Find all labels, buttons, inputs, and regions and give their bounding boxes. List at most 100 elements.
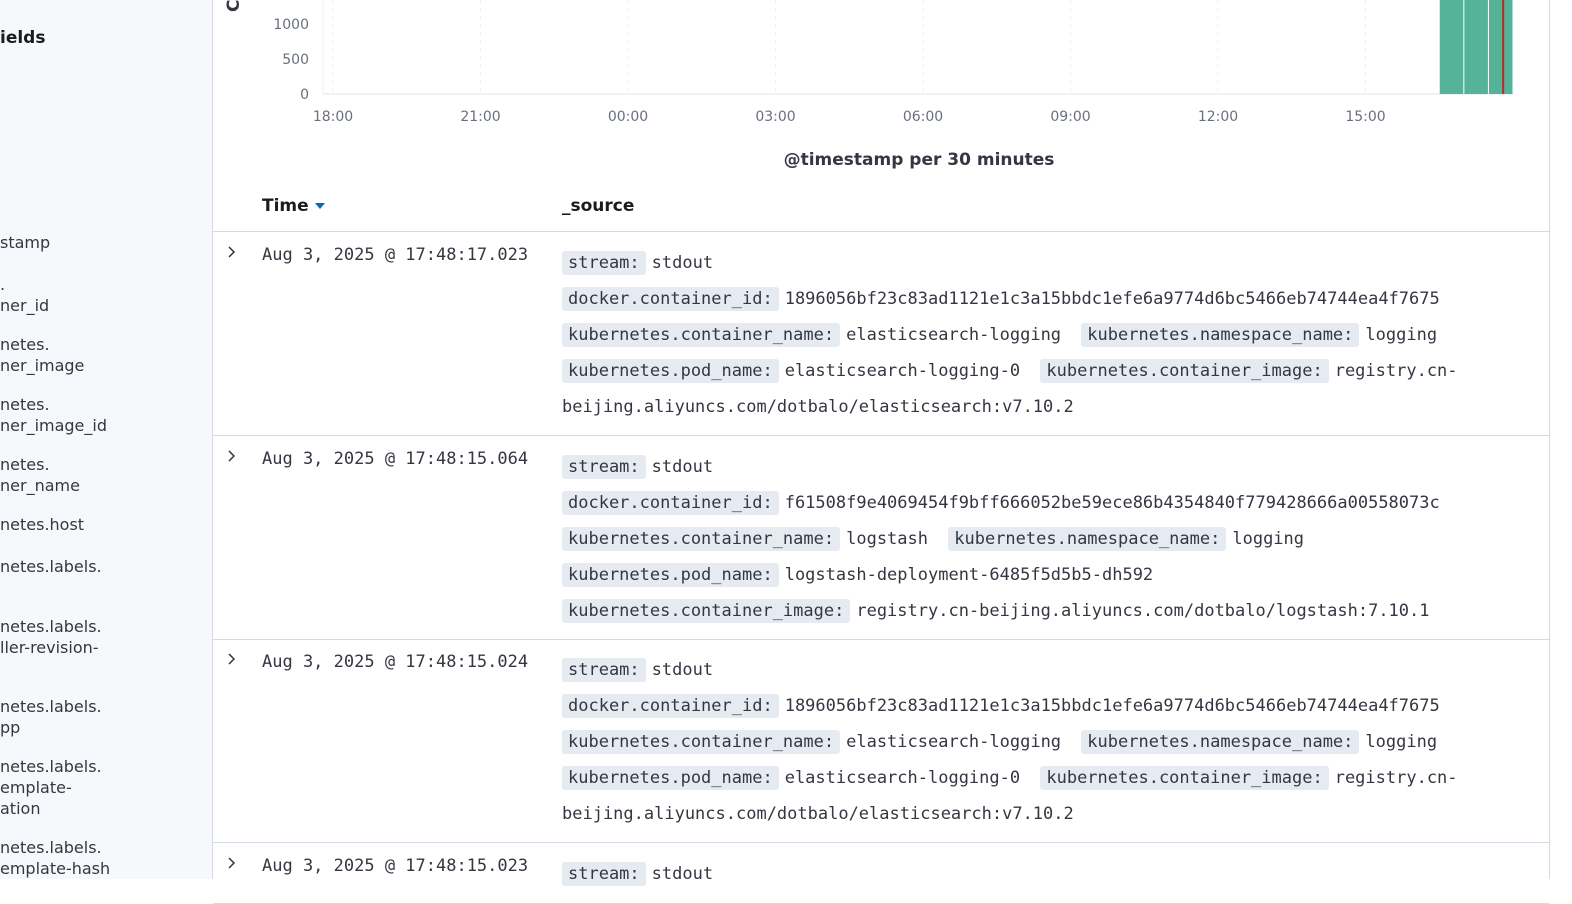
field-value: elasticsearch-logging: [846, 325, 1062, 345]
field-value: 1896056bf23c83ad1121e1c3a15bbdc1efe6a977…: [784, 696, 1440, 716]
field-value: stdout: [651, 864, 714, 884]
field-key[interactable]: kubernetes.container_image:: [1040, 766, 1329, 790]
field-item[interactable]: netes.labels. emplate-hash: [0, 837, 212, 879]
source-field: docker.container_id: f61508f9e4069454f9bf…: [562, 491, 1450, 515]
histogram-bar: [1464, 0, 1488, 94]
x-tick-label: 09:00: [1050, 109, 1090, 125]
source-field: stream: stdout: [562, 862, 723, 886]
field-value: elasticsearch-logging: [846, 732, 1062, 752]
sort-down-icon[interactable]: [314, 203, 325, 209]
discover-main: 0 500 1000 18:00 21:00 00:00 03:00 06:00 09:00 12…: [213, 0, 1550, 904]
chevron-right-icon[interactable]: [225, 450, 237, 462]
field-key[interactable]: kubernetes.container_name:: [562, 730, 841, 754]
source-field: kubernetes.namespace_name: logging: [1081, 730, 1447, 754]
histogram-bar: [1439, 0, 1464, 94]
source-field: kubernetes.pod_name: logstash-deployment-…: [562, 563, 1163, 587]
sidebar-top-fragment: -: [0, 0, 6, 7]
x-tick-label: 15:00: [1345, 109, 1385, 125]
row-source: stream: stdout docker.container_id: f61508f…: [562, 449, 1492, 629]
field-item[interactable]: netes.labels. emplate- ation: [0, 756, 212, 819]
table-row: Aug 3, 2025 @ 17:48:17.023 stream: stdout d…: [213, 232, 1549, 436]
field-value: registry.cn-beijing.aliyuncs.com/dotbalo…: [856, 601, 1430, 621]
field-key[interactable]: stream:: [562, 455, 646, 479]
field-key[interactable]: kubernetes.container_image:: [1040, 359, 1329, 383]
field-value: f61508f9e4069454f9bff666052be59ece86b435…: [784, 493, 1440, 513]
chevron-right-icon[interactable]: [225, 653, 237, 665]
x-tick-label: 21:00: [460, 109, 500, 125]
y-axis-label: Co: [224, 0, 244, 12]
field-item[interactable]: netes.labels. pp: [0, 696, 212, 738]
y-tick-label: 500: [282, 52, 309, 68]
time-header-label: Time: [262, 196, 309, 216]
row-source: stream: stdout: [562, 856, 1492, 892]
y-tick-label: 1000: [273, 17, 309, 33]
field-value: logging: [1365, 732, 1438, 752]
source-field: kubernetes.container_name: elasticsearch-…: [562, 323, 1071, 347]
field-key[interactable]: kubernetes.pod_name:: [562, 766, 779, 790]
field-key[interactable]: kubernetes.pod_name:: [562, 563, 779, 587]
doc-table-header: Time _source: [213, 188, 1549, 232]
x-tick-label: 00:00: [608, 109, 648, 125]
field-item[interactable]: netes. ner_image_id: [0, 394, 212, 436]
source-field: kubernetes.namespace_name: logging: [1081, 323, 1447, 347]
source-field: kubernetes.container_image: registry.cn-b…: [562, 599, 1440, 623]
x-tick-label: 18:00: [313, 109, 353, 125]
field-key[interactable]: kubernetes.pod_name:: [562, 359, 779, 383]
chevron-right-icon[interactable]: [225, 246, 237, 258]
y-tick-label: 0: [300, 87, 309, 103]
x-tick-label: 03:00: [755, 109, 795, 125]
field-value: stdout: [651, 660, 714, 680]
field-item[interactable]: netes.host: [0, 514, 212, 535]
table-row: Aug 3, 2025 @ 17:48:15.023 stream: stdout: [213, 843, 1549, 904]
x-tick-label: 12:00: [1198, 109, 1238, 125]
field-key[interactable]: kubernetes.container_name:: [562, 323, 841, 347]
source-field: kubernetes.container_name: elasticsearch-…: [562, 730, 1071, 754]
source-field: kubernetes.pod_name: elasticsearch-loggin…: [562, 766, 1030, 790]
field-key[interactable]: stream:: [562, 862, 646, 886]
field-item[interactable]: netes.labels.: [0, 556, 212, 577]
field-key[interactable]: docker.container_id:: [562, 287, 779, 311]
x-axis-label: @timestamp per 30 minutes: [784, 150, 1055, 170]
table-row: Aug 3, 2025 @ 17:48:15.064 stream: stdout d…: [213, 436, 1549, 640]
field-key[interactable]: kubernetes.namespace_name:: [1081, 323, 1360, 347]
field-value: 1896056bf23c83ad1121e1c3a15bbdc1efe6a977…: [784, 289, 1440, 309]
field-value: logstash: [846, 529, 928, 549]
source-field: kubernetes.namespace_name: logging: [948, 527, 1314, 551]
field-value: logging: [1365, 325, 1438, 345]
x-tick-label: 06:00: [903, 109, 943, 125]
row-timestamp: Aug 3, 2025 @ 17:48:15.023: [262, 856, 529, 876]
row-source: stream: stdout docker.container_id: 1896056…: [562, 245, 1492, 425]
field-item[interactable]: . ner_id: [0, 274, 212, 316]
field-value: stdout: [651, 457, 714, 477]
field-key[interactable]: docker.container_id:: [562, 491, 779, 515]
chevron-right-icon[interactable]: [225, 857, 237, 869]
source-field: docker.container_id: 1896056bf23c83ad1121…: [562, 287, 1450, 311]
field-value: stdout: [651, 253, 714, 273]
field-value: elasticsearch-logging-0: [784, 768, 1021, 788]
field-item[interactable]: netes. ner_image: [0, 334, 212, 376]
field-value: elasticsearch-logging-0: [784, 361, 1021, 381]
source-field: stream: stdout: [562, 251, 723, 275]
field-key[interactable]: stream:: [562, 658, 646, 682]
available-fields-title: ields: [0, 28, 46, 48]
time-column-header[interactable]: Time: [262, 196, 325, 216]
field-value: logstash-deployment-6485f5d5b5-dh592: [784, 565, 1154, 585]
source-field: docker.container_id: 1896056bf23c83ad1121…: [562, 694, 1450, 718]
field-key[interactable]: kubernetes.container_name:: [562, 527, 841, 551]
table-row: Aug 3, 2025 @ 17:48:15.024 stream: stdout d…: [213, 639, 1549, 843]
field-item[interactable]: stamp: [0, 232, 212, 253]
source-field: stream: stdout: [562, 658, 723, 682]
row-timestamp: Aug 3, 2025 @ 17:48:17.023: [262, 245, 529, 265]
field-key[interactable]: docker.container_id:: [562, 694, 779, 718]
field-key[interactable]: kubernetes.container_image:: [562, 599, 851, 623]
field-key[interactable]: stream:: [562, 251, 646, 275]
field-item[interactable]: netes.labels. ller-revision-: [0, 616, 212, 658]
field-item[interactable]: netes. ner_name: [0, 454, 212, 496]
source-field: kubernetes.container_name: logstash: [562, 527, 938, 551]
row-source: stream: stdout docker.container_id: 1896056…: [562, 652, 1492, 832]
source-field: stream: stdout: [562, 455, 723, 479]
field-key[interactable]: kubernetes.namespace_name:: [948, 527, 1227, 551]
field-key[interactable]: kubernetes.namespace_name:: [1081, 730, 1360, 754]
histogram-chart: 0 500 1000 18:00 21:00 00:00 03:00 06:00 09:00 12…: [224, 0, 1514, 170]
row-timestamp: Aug 3, 2025 @ 17:48:15.064: [262, 449, 529, 469]
